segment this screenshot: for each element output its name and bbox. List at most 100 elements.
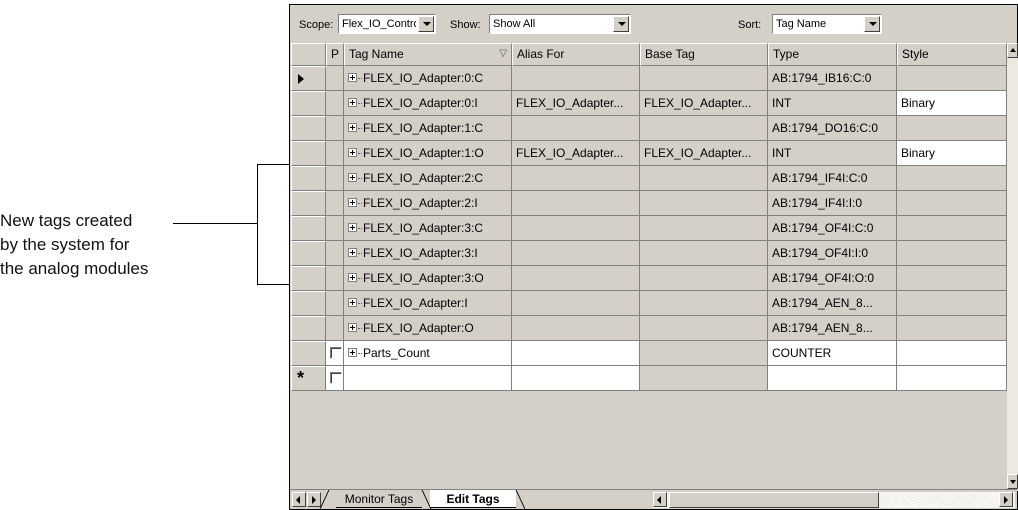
cell-style[interactable]	[897, 366, 1007, 391]
expand-plus-icon[interactable]	[348, 348, 357, 358]
row-selector[interactable]	[291, 141, 326, 166]
table-row[interactable]: Parts_Count COUNTER	[291, 341, 1007, 366]
cell-base-tag[interactable]	[640, 166, 768, 191]
hscroll-left-button[interactable]	[653, 492, 667, 507]
cell-base-tag[interactable]	[640, 316, 768, 341]
cell-p[interactable]	[326, 341, 344, 366]
expand-plus-icon[interactable]	[348, 223, 357, 233]
cell-tag-name[interactable]: FLEX_IO_Adapter:I	[344, 291, 512, 316]
cell-style[interactable]	[897, 166, 1007, 191]
cell-alias-for[interactable]	[512, 316, 640, 341]
row-selector[interactable]	[291, 291, 326, 316]
scroll-down-button[interactable]	[1007, 474, 1018, 489]
expand-plus-icon[interactable]	[348, 198, 357, 208]
row-selector[interactable]	[291, 341, 326, 366]
table-row[interactable]: FLEX_IO_Adapter:3:C AB:1794_OF4I:C:0	[291, 216, 1007, 241]
cell-base-tag[interactable]	[640, 66, 768, 91]
expand-plus-icon[interactable]	[348, 123, 357, 133]
scroll-up-button[interactable]	[1007, 43, 1018, 58]
cell-type[interactable]: AB:1794_DO16:C:0	[768, 116, 897, 141]
scope-dropdown-arrow-icon[interactable]	[418, 16, 434, 32]
row-selector[interactable]	[291, 266, 326, 291]
cell-alias-for[interactable]	[512, 191, 640, 216]
cell-type[interactable]: AB:1794_OF4I:I:0	[768, 241, 897, 266]
cell-tag-name[interactable]: FLEX_IO_Adapter:1:O	[344, 141, 512, 166]
row-selector[interactable]	[291, 66, 326, 91]
tab-edit-tags[interactable]: Edit Tags	[430, 490, 516, 508]
produced-checkbox[interactable]	[330, 372, 342, 384]
cell-type[interactable]: AB:1794_AEN_8...	[768, 291, 897, 316]
produced-checkbox[interactable]	[330, 347, 342, 359]
cell-style[interactable]	[897, 216, 1007, 241]
cell-style[interactable]	[897, 316, 1007, 341]
cell-alias-for[interactable]	[512, 166, 640, 191]
cell-base-tag[interactable]	[640, 366, 768, 391]
cell-tag-name[interactable]: FLEX_IO_Adapter:3:O	[344, 266, 512, 291]
table-row[interactable]: FLEX_IO_Adapter:0:I FLEX_IO_Adapter... FLE…	[291, 91, 1007, 116]
cell-alias-for[interactable]	[512, 66, 640, 91]
cell-base-tag[interactable]	[640, 241, 768, 266]
hscroll-right-button[interactable]	[999, 492, 1013, 507]
cell-base-tag[interactable]	[640, 266, 768, 291]
header-tag-name[interactable]: Tag Name ▽	[344, 43, 512, 66]
expand-plus-icon[interactable]	[348, 273, 357, 283]
cell-alias-for[interactable]: FLEX_IO_Adapter...	[512, 141, 640, 166]
expand-plus-icon[interactable]	[348, 323, 357, 333]
cell-type[interactable]: INT	[768, 91, 897, 116]
cell-type[interactable]: AB:1794_IB16:C:0	[768, 66, 897, 91]
horizontal-scrollbar[interactable]	[653, 492, 1015, 508]
cell-alias-for[interactable]	[512, 216, 640, 241]
cell-type[interactable]: INT	[768, 141, 897, 166]
cell-alias-for[interactable]: FLEX_IO_Adapter...	[512, 91, 640, 116]
cell-style[interactable]	[897, 116, 1007, 141]
cell-p[interactable]	[326, 366, 344, 391]
tab-scroll-left-button[interactable]	[292, 492, 306, 507]
expand-plus-icon[interactable]	[348, 98, 357, 108]
expand-plus-icon[interactable]	[348, 73, 357, 83]
table-row[interactable]: FLEX_IO_Adapter:1:C AB:1794_DO16:C:0	[291, 116, 1007, 141]
cell-style[interactable]: Binary	[897, 91, 1007, 116]
row-selector[interactable]	[291, 241, 326, 266]
sort-dropdown[interactable]: Tag Name	[772, 14, 882, 34]
cell-style[interactable]	[897, 266, 1007, 291]
cell-base-tag[interactable]	[640, 291, 768, 316]
table-row[interactable]: FLEX_IO_Adapter:1:O FLEX_IO_Adapter... FLE…	[291, 141, 1007, 166]
header-p[interactable]: P	[326, 43, 344, 66]
table-row[interactable]: FLEX_IO_Adapter:2:I AB:1794_IF4I:I:0	[291, 191, 1007, 216]
cell-alias-for[interactable]	[512, 291, 640, 316]
cell-alias-for[interactable]	[512, 341, 640, 366]
row-selector[interactable]	[291, 91, 326, 116]
row-selector[interactable]: *	[291, 366, 326, 391]
header-alias-for[interactable]: Alias For	[512, 43, 640, 66]
cell-tag-name[interactable]: FLEX_IO_Adapter:0:C	[344, 66, 512, 91]
table-row[interactable]: FLEX_IO_Adapter:2:C AB:1794_IF4I:C:0	[291, 166, 1007, 191]
sort-dropdown-arrow-icon[interactable]	[864, 16, 880, 32]
cell-type[interactable]: AB:1794_OF4I:O:0	[768, 266, 897, 291]
cell-alias-for[interactable]	[512, 266, 640, 291]
header-base-tag[interactable]: Base Tag	[640, 43, 768, 66]
cell-tag-name[interactable]: FLEX_IO_Adapter:3:C	[344, 216, 512, 241]
header-style[interactable]: Style	[897, 43, 1007, 66]
expand-plus-icon[interactable]	[348, 298, 357, 308]
header-type[interactable]: Type	[768, 43, 897, 66]
row-selector[interactable]	[291, 166, 326, 191]
expand-plus-icon[interactable]	[348, 248, 357, 258]
cell-type[interactable]: AB:1794_OF4I:C:0	[768, 216, 897, 241]
table-row[interactable]: FLEX_IO_Adapter:3:O AB:1794_OF4I:O:0	[291, 266, 1007, 291]
cell-style[interactable]	[897, 241, 1007, 266]
show-dropdown[interactable]: Show All	[489, 14, 631, 34]
cell-alias-for[interactable]	[512, 366, 640, 391]
expand-plus-icon[interactable]	[348, 148, 357, 158]
cell-base-tag[interactable]	[640, 116, 768, 141]
tab-monitor-tags[interactable]: Monitor Tags	[336, 490, 422, 508]
cell-style[interactable]	[897, 291, 1007, 316]
cell-base-tag[interactable]: FLEX_IO_Adapter...	[640, 141, 768, 166]
cell-base-tag[interactable]	[640, 341, 768, 366]
header-row-selector[interactable]	[291, 43, 326, 66]
cell-base-tag[interactable]: FLEX_IO_Adapter...	[640, 91, 768, 116]
row-selector[interactable]	[291, 316, 326, 341]
cell-type[interactable]: COUNTER	[768, 341, 897, 366]
vertical-scrollbar[interactable]	[1007, 43, 1018, 491]
table-row[interactable]: FLEX_IO_Adapter:O AB:1794_AEN_8...	[291, 316, 1007, 341]
cell-alias-for[interactable]	[512, 241, 640, 266]
